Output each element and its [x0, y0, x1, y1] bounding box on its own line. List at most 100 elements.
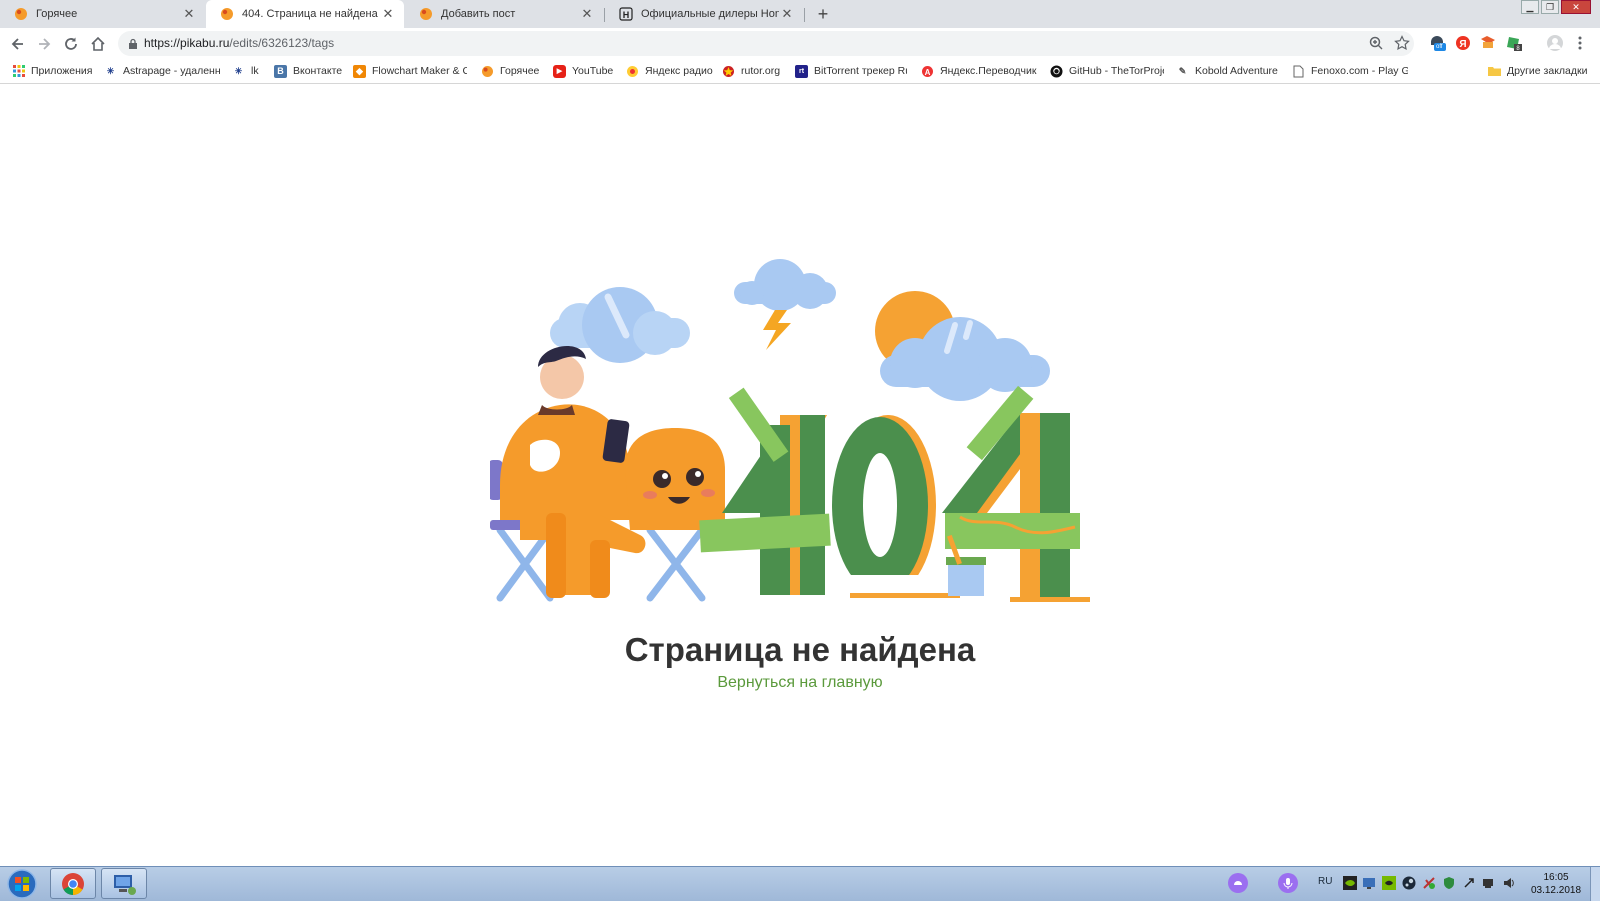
- counter-extension-icon[interactable]: 8: [1505, 34, 1523, 52]
- language-indicator[interactable]: RU: [1318, 876, 1332, 887]
- home-link-label[interactable]: Вернуться на главную: [717, 674, 882, 691]
- start-button[interactable]: [4, 868, 40, 900]
- tab-hot[interactable]: Горячее ✕: [0, 0, 205, 28]
- bookmark-apps[interactable]: Приложения: [12, 62, 96, 80]
- bookmark-hot[interactable]: Горячее: [481, 62, 543, 80]
- tab-divider: [804, 8, 805, 22]
- taskbar-clock[interactable]: 16:05 03.12.2018: [1526, 871, 1586, 897]
- network-status-icon[interactable]: [1482, 876, 1496, 890]
- home-link[interactable]: Вернуться на главную: [0, 674, 1600, 692]
- clock-time: 16:05: [1543, 872, 1569, 883]
- lock-icon[interactable]: [128, 37, 138, 55]
- bookmark-kobold[interactable]: ✎ Kobold Adventure: [1176, 62, 1290, 80]
- translate-extension-icon[interactable]: [1479, 34, 1497, 52]
- astra-icon: ✳: [234, 65, 243, 76]
- page-title: Страница не найдена: [624, 631, 976, 668]
- tab-title: Горячее: [36, 8, 78, 20]
- kobold-icon: ✎: [1178, 65, 1187, 76]
- bookmark-label: Приложения: [31, 65, 93, 77]
- bookmark-astrapage[interactable]: ✳ Astrapage - удаленн: [104, 62, 220, 80]
- bookmarks-bar: Приложения ✳ Astrapage - удаленн ✳ lk B …: [0, 59, 1600, 84]
- minimize-button[interactable]: ▁: [1521, 0, 1539, 14]
- bookmark-bittorrent[interactable]: rt BitTorrent трекер Ru: [795, 62, 907, 80]
- forward-arrow-icon[interactable]: [34, 34, 54, 54]
- tab-title: Добавить пост: [441, 8, 516, 20]
- bookmark-label: BitTorrent трекер Ru: [814, 65, 907, 77]
- vk-icon: B: [274, 64, 287, 78]
- profile-avatar-icon[interactable]: [1546, 34, 1564, 52]
- show-desktop-button[interactable]: [1590, 867, 1600, 901]
- bookmark-other-folder[interactable]: Другие закладки: [1488, 62, 1592, 80]
- steam-icon[interactable]: [1402, 876, 1416, 890]
- home-icon[interactable]: [88, 34, 108, 54]
- yandex-extension-icon[interactable]: Я: [1454, 34, 1472, 52]
- reload-icon[interactable]: [61, 34, 81, 54]
- bookmark-label: rutor.org: [741, 65, 781, 77]
- zoom-icon[interactable]: [1368, 35, 1384, 56]
- bookmark-label: Горячее: [500, 65, 540, 77]
- close-window-button[interactable]: ✕: [1561, 0, 1591, 14]
- nvidia-icon[interactable]: [1343, 876, 1357, 890]
- bookmark-rutor[interactable]: rutor.org: [722, 62, 786, 80]
- storm-cloud-icon: [734, 259, 836, 350]
- alice-icon[interactable]: [1228, 873, 1248, 893]
- tab-title: 404. Страница не найдена: [242, 8, 378, 20]
- close-icon[interactable]: ✕: [380, 6, 396, 22]
- extension-off-icon[interactable]: off: [1428, 34, 1446, 52]
- back-arrow-icon[interactable]: [8, 34, 28, 54]
- bookmark-translator[interactable]: A Яндекс.Переводчик: [921, 62, 1037, 80]
- new-tab-button[interactable]: +: [812, 3, 834, 25]
- page-icon: [1292, 65, 1305, 78]
- honda-icon: H: [619, 7, 633, 21]
- bookmark-youtube[interactable]: ▶ YouTube: [553, 62, 617, 80]
- apps-grid-icon: [12, 65, 25, 78]
- tab-strip: Горячее ✕ 404. Страница не найдена ✕ Доб…: [0, 0, 1600, 28]
- app-tray-icon[interactable]: [1422, 876, 1436, 890]
- restore-button[interactable]: ❐: [1541, 0, 1559, 14]
- bookmark-flowchart[interactable]: ◆ Flowchart Maker & C: [353, 62, 467, 80]
- close-icon[interactable]: ✕: [181, 6, 197, 22]
- usb-tray-icon[interactable]: [1462, 876, 1476, 890]
- github-icon: [1050, 65, 1063, 78]
- bookmark-vk[interactable]: B Вконтакте: [274, 62, 348, 80]
- bookmark-lk[interactable]: ✳ lk: [232, 62, 268, 80]
- bookmark-label: Другие закладки: [1507, 65, 1588, 77]
- pikabu-icon: [481, 65, 494, 78]
- bookmark-yandex-radio[interactable]: Яндекс радио: [626, 62, 714, 80]
- tab-honda[interactable]: H Официальные дилеры Honda (О ✕: [605, 0, 803, 28]
- address-bar[interactable]: https://pikabu.ru/edits/6326123/tags: [118, 31, 1414, 56]
- close-icon[interactable]: ✕: [579, 6, 595, 22]
- bookmark-github[interactable]: GitHub - TheTorProje: [1050, 62, 1164, 80]
- pikabu-icon: [220, 7, 234, 21]
- menu-kebab-icon[interactable]: [1571, 34, 1589, 52]
- tab-404[interactable]: 404. Страница не найдена ✕: [206, 0, 404, 28]
- taskbar-chrome[interactable]: [50, 868, 96, 899]
- chrome-icon: [62, 872, 84, 895]
- bookmark-fenoxo[interactable]: Fenoxo.com - Play G: [1292, 62, 1408, 80]
- svg-text:H: H: [623, 10, 630, 20]
- tab-add-post[interactable]: Добавить пост ✕: [405, 0, 603, 28]
- close-icon[interactable]: ✕: [779, 6, 795, 22]
- nvidia-settings-icon[interactable]: [1382, 876, 1396, 890]
- network-tray-icon[interactable]: [1362, 876, 1376, 890]
- mascot-blob: [625, 428, 725, 530]
- url-host: https://pikabu.ru: [144, 36, 230, 50]
- url-text[interactable]: https://pikabu.ru/edits/6326123/tags: [144, 36, 334, 50]
- taskbar-network-app[interactable]: [101, 868, 147, 899]
- bookmark-label: GitHub - TheTorProje: [1069, 65, 1164, 77]
- bookmark-label: Вконтакте: [293, 65, 343, 77]
- folder-icon: [1488, 65, 1501, 78]
- volume-icon[interactable]: [1502, 876, 1516, 890]
- tab-title: Официальные дилеры Honda (О: [641, 8, 779, 20]
- bookmark-label: Fenoxo.com - Play G: [1311, 65, 1408, 77]
- translate-icon: A: [921, 65, 934, 78]
- svg-text:A: A: [925, 68, 931, 77]
- 404-illustration: [490, 259, 1090, 602]
- bookmark-label: Яндекс.Переводчик: [940, 65, 1037, 77]
- drawio-icon: ◆: [353, 64, 366, 78]
- bookmark-label: YouTube: [572, 65, 614, 77]
- yandex-radio-icon: [626, 65, 639, 78]
- microphone-icon[interactable]: [1278, 873, 1298, 893]
- security-shield-icon[interactable]: [1442, 876, 1456, 890]
- star-icon[interactable]: [1394, 35, 1410, 56]
